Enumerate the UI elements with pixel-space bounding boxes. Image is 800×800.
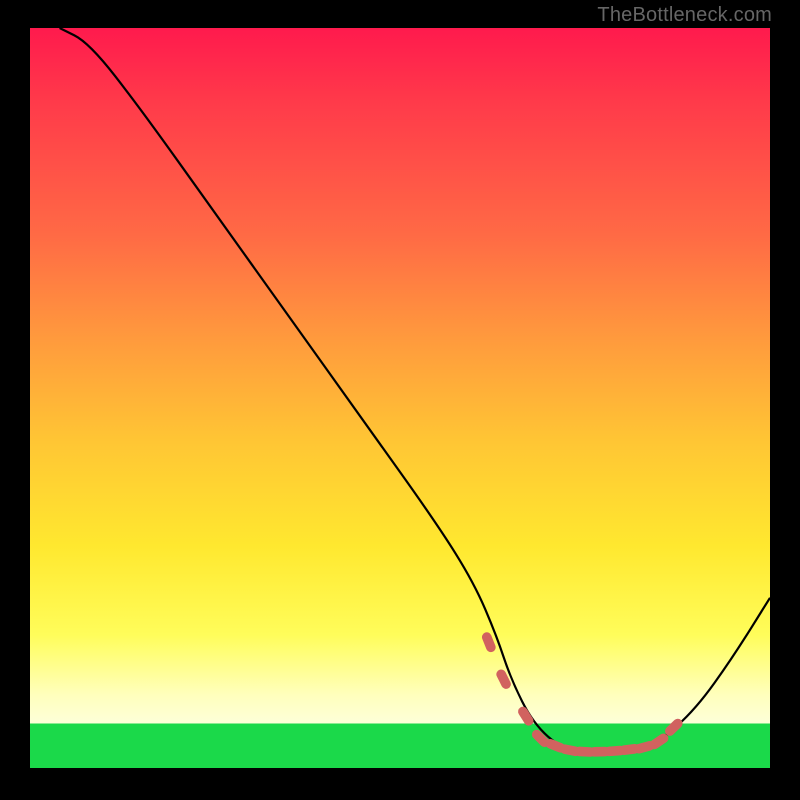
trough-marker (550, 744, 560, 748)
trough-markers (487, 637, 678, 752)
trough-marker (580, 751, 591, 752)
curve-path (60, 28, 770, 751)
trough-marker (639, 746, 650, 749)
trough-marker (565, 749, 576, 751)
trough-marker (501, 674, 506, 684)
trough-marker (654, 738, 663, 744)
trough-marker (670, 724, 678, 732)
trough-marker (609, 751, 620, 752)
bottleneck-curve (60, 28, 770, 751)
trough-marker (624, 749, 635, 750)
trough-marker (523, 712, 529, 721)
watermark-text: TheBottleneck.com (597, 4, 772, 27)
trough-marker (537, 735, 545, 743)
chart-frame: TheBottleneck.com (0, 0, 800, 800)
plot-area (30, 28, 770, 768)
trough-marker (487, 637, 491, 647)
curve-layer (30, 28, 770, 768)
